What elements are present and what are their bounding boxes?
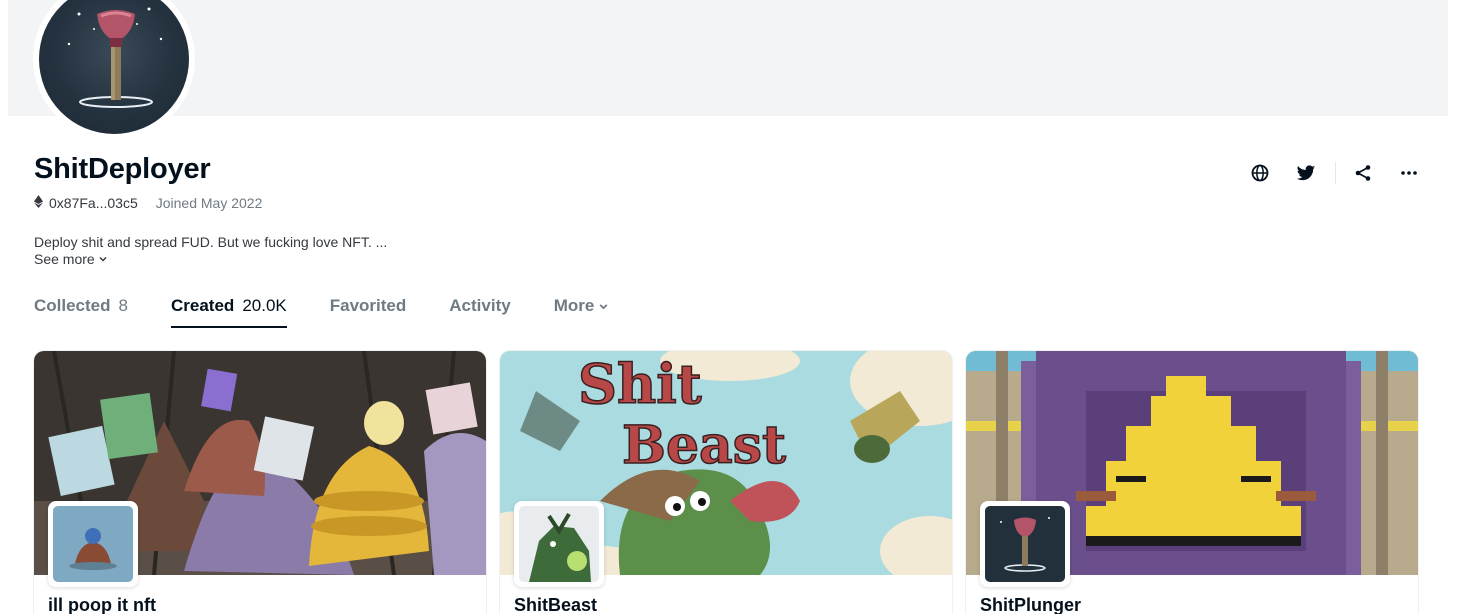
svg-text:Shit: Shit <box>578 352 702 416</box>
profile-meta: 0x87Fa...03c5 Joined May 2022 <box>34 195 262 211</box>
tab-more[interactable]: More <box>554 296 610 326</box>
globe-icon <box>1251 164 1269 182</box>
more-options-button[interactable] <box>1396 160 1422 186</box>
collection-title: ShitBeast <box>514 595 598 614</box>
more-icon <box>1401 171 1417 175</box>
collection-card[interactable]: ill poop it nft <box>34 351 486 614</box>
collection-logo <box>514 501 604 587</box>
actions-divider <box>1335 162 1336 184</box>
chevron-down-icon <box>598 301 609 312</box>
tab-count: 8 <box>118 296 128 315</box>
tab-favorited[interactable]: Favorited <box>330 296 407 326</box>
tab-count: 20.0K <box>242 296 287 315</box>
collection-card[interactable]: ShitPlunger <box>966 351 1418 614</box>
twitter-button[interactable] <box>1293 160 1319 186</box>
see-more-label: See more <box>34 251 95 267</box>
svg-text:Beast: Beast <box>622 415 786 476</box>
see-more-button[interactable]: See more <box>34 251 108 267</box>
collection-title: ill poop it nft <box>48 595 156 614</box>
ethereum-icon <box>34 195 43 211</box>
tab-activity[interactable]: Activity <box>449 296 510 326</box>
profile-banner <box>8 0 1448 116</box>
profile-actions <box>1247 160 1422 186</box>
share-button[interactable] <box>1350 160 1376 186</box>
tab-label: Favorited <box>329 296 407 315</box>
tab-created[interactable]: Created 20.0K <box>171 296 287 328</box>
wallet-address[interactable]: 0x87Fa...03c5 <box>49 195 138 211</box>
profile-tabs: Collected 8 Created 20.0K Favorited Acti… <box>34 296 652 328</box>
profile-bio: Deploy shit and spread FUD. But we fucki… <box>34 234 388 250</box>
tab-label: More <box>553 296 595 315</box>
collection-logo <box>48 501 138 587</box>
profile-avatar[interactable] <box>33 0 195 140</box>
collection-title: ShitPlunger <box>980 595 1082 614</box>
collection-logo <box>980 501 1070 587</box>
collection-grid: ill poop it nft Shit Beast ShitBeast Shi… <box>34 351 1418 614</box>
tab-collected[interactable]: Collected 8 <box>34 296 128 326</box>
twitter-icon <box>1296 164 1316 180</box>
tab-label: Activity <box>449 296 511 315</box>
share-icon <box>1355 165 1371 181</box>
chevron-down-icon <box>98 251 108 267</box>
collection-card[interactable]: Shit Beast ShitBeast <box>500 351 952 614</box>
website-button[interactable] <box>1247 160 1273 186</box>
plunger-avatar-image <box>39 0 189 134</box>
tab-label: Collected <box>34 296 111 315</box>
joined-date: Joined May 2022 <box>155 195 263 211</box>
profile-name: ShitDeployer <box>34 153 211 185</box>
tab-label: Created <box>171 296 235 315</box>
